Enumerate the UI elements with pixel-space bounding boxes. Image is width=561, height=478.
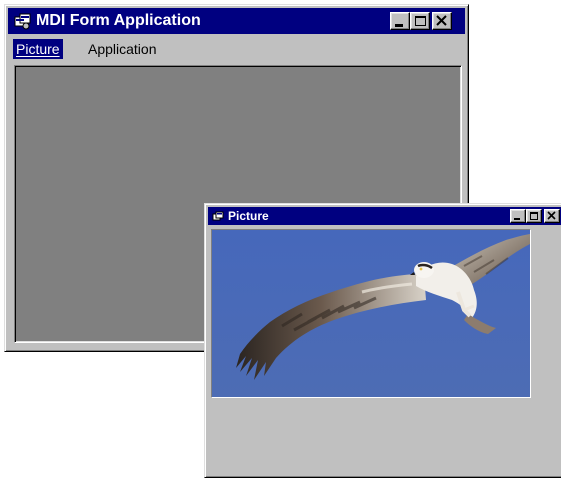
- main-menu-bar: Picture Application: [11, 39, 466, 61]
- picture-box[interactable]: [211, 229, 531, 398]
- main-maximize-button[interactable]: [410, 12, 430, 30]
- picture-child-window: Picture: [204, 203, 561, 478]
- child-maximize-button[interactable]: [526, 209, 542, 223]
- close-icon: [547, 211, 556, 220]
- child-close-button[interactable]: [544, 209, 560, 223]
- minimize-icon: [514, 218, 520, 220]
- close-icon: [436, 15, 447, 26]
- main-title-bar[interactable]: MDI Form Application: [8, 8, 465, 34]
- child-title-bar[interactable]: Picture: [208, 207, 561, 225]
- maximize-icon: [415, 16, 426, 26]
- menu-application[interactable]: Application: [85, 39, 160, 59]
- main-close-button[interactable]: [432, 12, 452, 30]
- child-window-icon[interactable]: [212, 210, 224, 222]
- child-minimize-button[interactable]: [510, 209, 526, 223]
- minimize-icon: [395, 24, 403, 27]
- app-icon[interactable]: [14, 12, 32, 30]
- child-window-title: Picture: [228, 209, 269, 223]
- main-window-title: MDI Form Application: [36, 12, 201, 29]
- maximize-icon: [530, 212, 538, 220]
- menu-picture-label: Picture: [16, 41, 60, 57]
- menu-picture[interactable]: Picture: [13, 39, 63, 59]
- osprey-image: [212, 230, 530, 397]
- main-minimize-button[interactable]: [390, 12, 410, 30]
- menu-application-label: Application: [88, 41, 157, 57]
